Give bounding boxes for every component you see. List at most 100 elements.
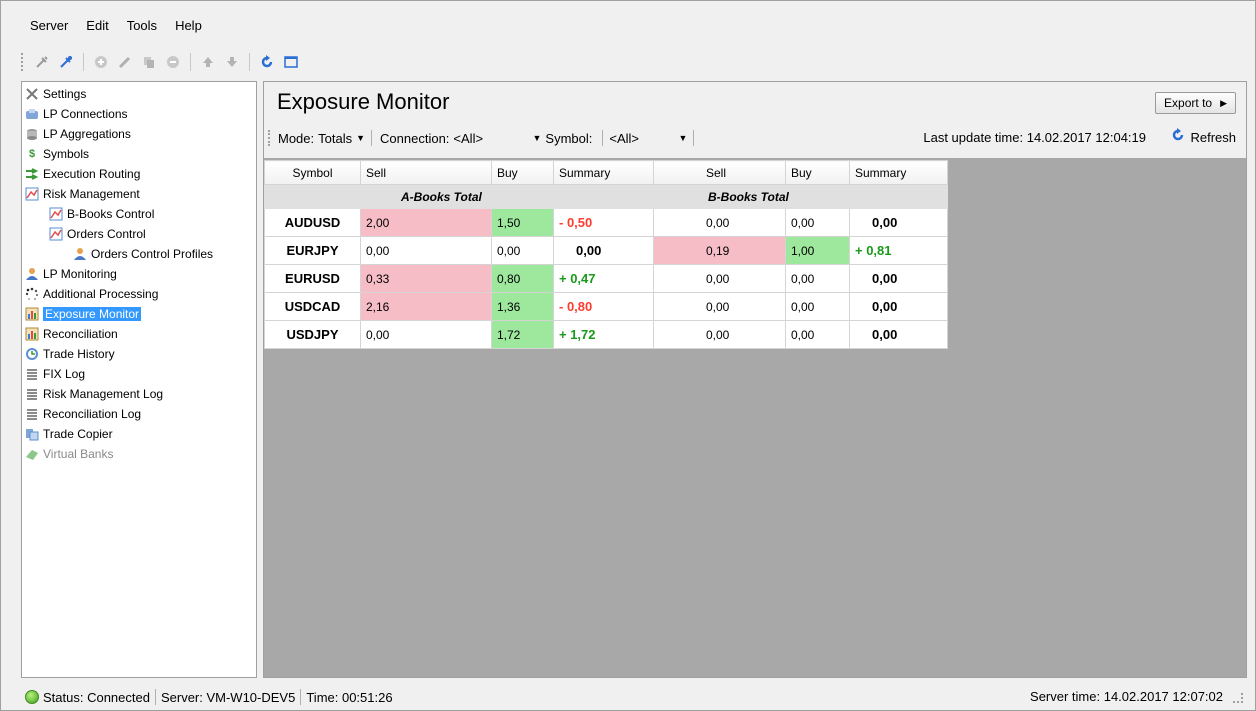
a-sell-cell: 0,00 — [360, 320, 492, 349]
refresh-label: Refresh — [1190, 129, 1236, 145]
processing-icon — [24, 286, 40, 302]
export-button[interactable]: Export to ▶ — [1155, 92, 1236, 114]
symbol-dropdown[interactable]: <All> ▼ — [609, 131, 687, 146]
remove-icon[interactable] — [162, 51, 184, 73]
lp-connections-icon — [24, 106, 40, 122]
tree-item-lp-connections[interactable]: LP Connections — [24, 104, 128, 124]
refresh-button[interactable]: Refresh — [1170, 127, 1236, 147]
tree-item-label: Orders Control — [67, 227, 146, 241]
tree-item-symbols[interactable]: $ Symbols — [24, 144, 89, 164]
window-icon[interactable] — [280, 51, 302, 73]
b-summary-cell: 0,00 — [849, 264, 948, 293]
table-row[interactable]: USDJPY 0,00 1,72 + 1,72 0,00 0,00 0,00 — [264, 320, 948, 349]
toolbar-grip[interactable] — [21, 53, 25, 71]
connection-label: Connection: — [380, 130, 450, 146]
a-sell-cell: 2,16 — [360, 292, 492, 321]
tree-item-settings[interactable]: Settings — [24, 84, 86, 104]
column-header[interactable]: Buy — [785, 160, 850, 185]
tree-item-exposure-monitor[interactable]: Exposure Monitor — [24, 304, 142, 324]
tree-item-risk-management[interactable]: Risk Management — [24, 184, 140, 204]
tree-item-trade-copier[interactable]: Trade Copier — [24, 424, 113, 444]
tree-item-lp-aggregations[interactable]: LP Aggregations — [24, 124, 131, 144]
tree-item-label: Reconciliation — [43, 327, 118, 341]
move-down-icon[interactable] — [221, 51, 243, 73]
tree-item-b-books-control[interactable]: B-Books Control — [48, 204, 154, 224]
tree-item-label: LP Monitoring — [43, 267, 117, 281]
a-sell-cell: 0,33 — [360, 264, 492, 293]
tree-item-fix-log[interactable]: FIX Log — [24, 364, 85, 384]
column-header[interactable]: Summary — [849, 160, 948, 185]
tree-item-label: Exposure Monitor — [43, 307, 142, 321]
tree-item-reconciliation-log[interactable]: Reconciliation Log — [24, 404, 141, 424]
column-header[interactable]: Buy — [491, 160, 554, 185]
virtual-banks-icon — [24, 446, 40, 462]
move-up-icon[interactable] — [197, 51, 219, 73]
symbols-icon: $ — [28, 148, 36, 160]
tree-item-label: Additional Processing — [43, 287, 159, 301]
column-header[interactable]: Sell — [653, 160, 786, 185]
tree-item-virtual-banks[interactable]: Virtual Banks — [24, 444, 113, 464]
symbol-cell: USDJPY — [264, 320, 361, 349]
column-header[interactable]: Symbol — [264, 160, 361, 185]
chevron-down-icon: ▼ — [532, 133, 542, 143]
column-header[interactable]: Sell — [360, 160, 492, 185]
b-sell-cell: 0,00 — [653, 208, 786, 237]
add-icon[interactable] — [90, 51, 112, 73]
tree-item-label: B-Books Control — [67, 207, 155, 221]
edit-icon[interactable] — [114, 51, 136, 73]
b-buy-cell: 0,00 — [785, 264, 850, 293]
table-row[interactable]: EURJPY 0,00 0,00 0,00 0,19 1,00 + 0,81 — [264, 236, 948, 265]
column-header[interactable]: Summary — [553, 160, 654, 185]
tree-item-label: Risk Management Log — [43, 387, 164, 401]
tree-item-additional-processing[interactable]: Additional Processing — [24, 284, 158, 304]
table-row[interactable]: USDCAD 2,16 1,36- 0,80 0,00 0,00 0,00 — [264, 292, 948, 321]
disconnect-icon[interactable] — [55, 51, 77, 73]
menu-help[interactable]: Help — [166, 15, 211, 37]
tree-item-risk-management-log[interactable]: Risk Management Log — [24, 384, 163, 404]
group-row: A-Books Total B-Books Total — [264, 184, 948, 209]
status-indicator-icon — [25, 690, 39, 704]
mode-dropdown[interactable]: Totals ▼ — [318, 131, 365, 146]
resize-grip[interactable] — [1233, 693, 1243, 703]
a-buy-cell: 0,80 — [491, 264, 554, 293]
a-buy-cell: 0,00 — [491, 236, 554, 265]
copy-icon[interactable] — [138, 51, 160, 73]
tree-item-label: Execution Routing — [43, 167, 141, 181]
symbol-cell: AUDUSD — [264, 208, 361, 237]
tree-item-orders-control-profiles[interactable]: Orders Control Profiles — [72, 244, 213, 264]
chevron-right-icon: ▶ — [1220, 97, 1227, 108]
exposure-monitor-panel: Exposure Monitor Export to ▶ Mode: Total… — [263, 81, 1247, 678]
toolbar-separator — [249, 53, 250, 71]
tree-item-label: Reconciliation Log — [43, 407, 142, 421]
mode-label: Mode: — [278, 130, 315, 146]
table-row[interactable]: AUDUSD 2,00 1,50- 0,50 0,00 0,00 0,00 — [264, 208, 948, 237]
menu-tools[interactable]: Tools — [118, 15, 166, 37]
settings-icon — [24, 86, 40, 102]
tree-item-orders-control[interactable]: Orders Control — [48, 224, 146, 244]
navigation-tree: Settings LP Connections LP Aggregations … — [21, 81, 257, 678]
tree-item-reconciliation[interactable]: Reconciliation — [24, 324, 118, 344]
b-sell-cell: 0,00 — [653, 320, 786, 349]
connection-dropdown[interactable]: <All> ▼ — [453, 131, 541, 146]
b-sell-cell: 0,00 — [653, 264, 786, 293]
symbol-label: Symbol: — [545, 130, 593, 146]
refresh-icon[interactable] — [256, 51, 278, 73]
menu-bar: Server Edit Tools Help — [21, 15, 211, 37]
a-buy-cell: 1,72 — [491, 320, 554, 349]
toolbar — [21, 50, 302, 74]
log-icon — [24, 386, 40, 402]
b-buy-cell: 1,00 — [785, 236, 850, 265]
tree-item-execution-routing[interactable]: Execution Routing — [24, 164, 140, 184]
filter-bar-grip[interactable] — [268, 130, 272, 146]
tree-item-trade-history[interactable]: Trade History — [24, 344, 115, 364]
connect-icon[interactable] — [31, 51, 53, 73]
mode-value: Totals — [318, 130, 353, 146]
menu-edit[interactable]: Edit — [77, 15, 117, 37]
menu-server[interactable]: Server — [21, 15, 77, 37]
symbol-cell: EURJPY — [264, 236, 361, 265]
tree-item-lp-monitoring[interactable]: LP Monitoring — [24, 264, 117, 284]
table-row[interactable]: EURUSD 0,33 0,80 + 0,47 0,00 0,00 0,00 — [264, 264, 948, 293]
tree-item-label: LP Connections — [43, 107, 128, 121]
symbol-value: <All> — [609, 130, 640, 146]
tree-item-label: Risk Management — [43, 187, 140, 201]
